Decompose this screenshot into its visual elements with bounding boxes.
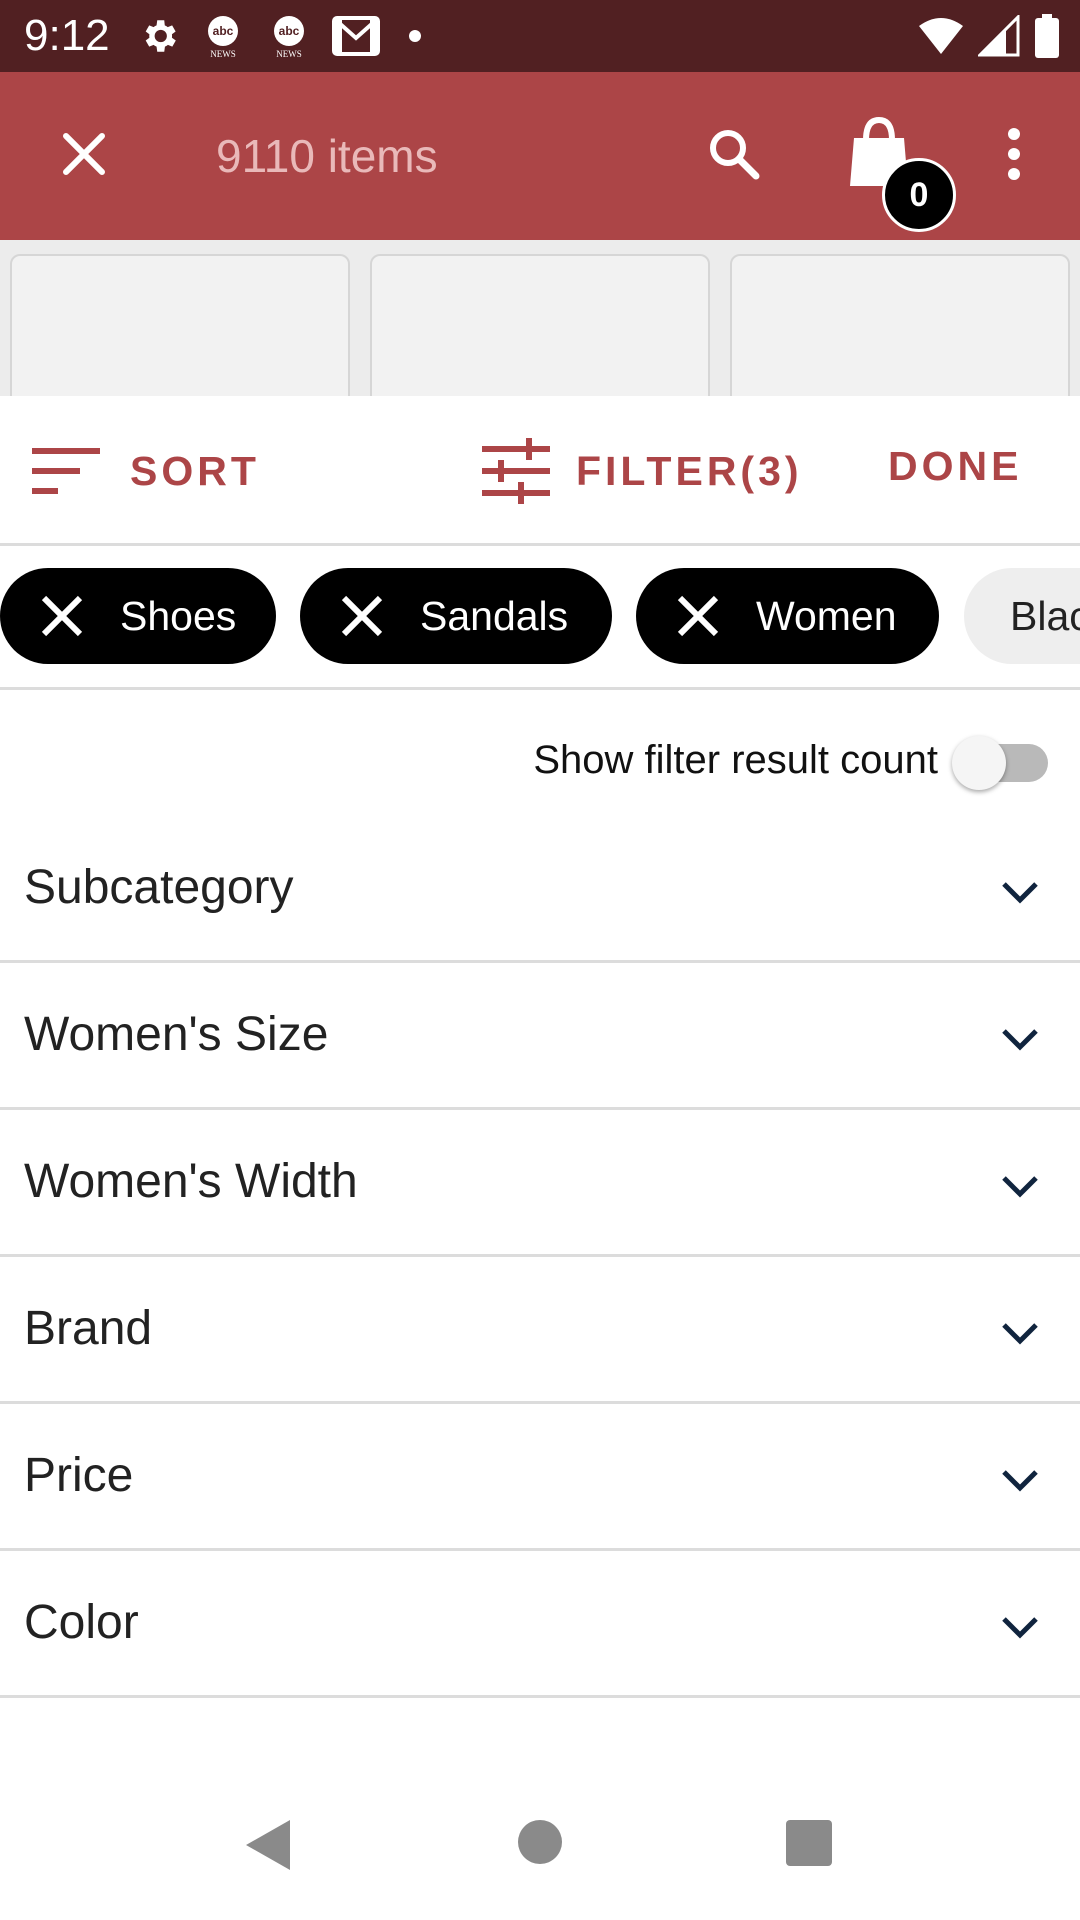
chevron-down-icon bbox=[1002, 882, 1038, 904]
bag-count-badge: 0 bbox=[882, 158, 956, 232]
filter-sliders-icon bbox=[482, 438, 550, 504]
product-card[interactable] bbox=[370, 254, 710, 396]
gmail-icon bbox=[332, 16, 380, 56]
chevron-down-icon bbox=[1002, 1176, 1038, 1198]
sort-label: SORT bbox=[130, 447, 260, 494]
cell-signal-icon bbox=[978, 15, 1020, 57]
filter-label: FILTER(3) bbox=[576, 447, 803, 494]
facet-label: Women's Width bbox=[24, 1155, 358, 1208]
search-button[interactable] bbox=[698, 118, 770, 190]
filter-button[interactable]: FILTER(3) bbox=[480, 436, 803, 506]
abc-news-icon: abc NEWS bbox=[208, 16, 238, 59]
abc-news-caption: NEWS bbox=[276, 49, 302, 59]
back-icon[interactable] bbox=[244, 1818, 294, 1872]
filter-chip-shoes[interactable]: Shoes bbox=[0, 568, 276, 664]
app-bar: 9110 items 0 bbox=[0, 72, 1080, 240]
chevron-down-icon bbox=[1002, 1617, 1038, 1639]
status-time: 9:12 bbox=[24, 11, 110, 60]
filter-count-toggle-label: Show filter result count bbox=[533, 738, 938, 782]
search-icon bbox=[710, 130, 760, 180]
battery-icon bbox=[1035, 14, 1059, 58]
selected-filters-chip-row: Shoes Sandals Women Blac bbox=[0, 546, 1080, 690]
notification-dot-icon bbox=[409, 30, 421, 42]
facet-label: Women's Size bbox=[24, 1008, 329, 1061]
abc-news-icon: abc NEWS bbox=[274, 16, 304, 59]
settings-gear-icon bbox=[145, 20, 176, 52]
filter-chip-suggestion[interactable]: Blac bbox=[964, 568, 1080, 664]
chip-label: Shoes bbox=[120, 592, 237, 639]
product-card[interactable] bbox=[10, 254, 350, 396]
remove-chip-icon[interactable] bbox=[666, 584, 730, 648]
svg-text:abc: abc bbox=[279, 24, 300, 38]
filter-sheet: SORT FILTER(3) DONE Shoes Sandals Women … bbox=[0, 396, 1080, 1786]
filter-count-toggle-row: Show filter result count bbox=[0, 696, 1080, 816]
product-card-strip bbox=[0, 240, 1080, 396]
facet-price[interactable]: Price bbox=[0, 1404, 1080, 1551]
facet-label: Brand bbox=[24, 1302, 153, 1355]
more-vert-icon bbox=[1008, 128, 1020, 180]
sort-button[interactable]: SORT bbox=[30, 436, 260, 506]
sort-icon bbox=[32, 448, 100, 494]
product-card[interactable] bbox=[730, 254, 1070, 396]
facet-color[interactable]: Color bbox=[0, 1551, 1080, 1698]
chevron-down-icon bbox=[1002, 1470, 1038, 1492]
close-icon bbox=[63, 133, 105, 175]
svg-text:abc: abc bbox=[213, 24, 234, 38]
chip-label: Blac bbox=[1010, 592, 1080, 639]
done-button[interactable]: DONE bbox=[888, 436, 1022, 496]
facet-brand[interactable]: Brand bbox=[0, 1257, 1080, 1404]
filter-chip-women[interactable]: Women bbox=[636, 568, 939, 664]
page-title: 9110 items bbox=[216, 130, 438, 182]
more-options-button[interactable] bbox=[998, 118, 1030, 190]
chevron-down-icon bbox=[1002, 1029, 1038, 1051]
chip-label: Sandals bbox=[420, 592, 569, 639]
status-bar: 9:12 abc NEWS abc NEWS bbox=[0, 0, 1080, 72]
facet-label: Color bbox=[24, 1596, 139, 1649]
status-icons-right bbox=[918, 12, 1060, 60]
facet-subcategory[interactable]: Subcategory bbox=[0, 816, 1080, 963]
shopping-bag-button[interactable]: 0 bbox=[848, 116, 956, 232]
chip-label: Women bbox=[756, 592, 897, 639]
remove-chip-icon[interactable] bbox=[330, 584, 394, 648]
home-icon[interactable] bbox=[518, 1820, 562, 1864]
close-button[interactable] bbox=[48, 118, 120, 190]
done-label: DONE bbox=[888, 442, 1023, 489]
toggle-knob[interactable] bbox=[952, 736, 1006, 790]
recent-apps-icon[interactable] bbox=[786, 1820, 832, 1866]
wifi-icon bbox=[919, 18, 963, 54]
system-nav-bar bbox=[0, 1786, 1080, 1920]
abc-news-caption: NEWS bbox=[210, 49, 236, 59]
facet-label: Subcategory bbox=[24, 861, 294, 914]
remove-chip-icon[interactable] bbox=[30, 584, 94, 648]
chevron-down-icon bbox=[1002, 1323, 1038, 1345]
filter-chip-sandals[interactable]: Sandals bbox=[300, 568, 612, 664]
facet-womens-size[interactable]: Women's Size bbox=[0, 963, 1080, 1110]
facet-list: Subcategory Women's Size Women's Width B… bbox=[0, 816, 1080, 1786]
facet-partially-visible[interactable] bbox=[0, 1698, 1080, 1786]
status-icons-left: abc NEWS abc NEWS bbox=[138, 12, 430, 60]
facet-womens-width[interactable]: Women's Width bbox=[0, 1110, 1080, 1257]
sort-filter-action-row: SORT FILTER(3) DONE bbox=[0, 396, 1080, 546]
facet-label: Price bbox=[24, 1449, 134, 1502]
